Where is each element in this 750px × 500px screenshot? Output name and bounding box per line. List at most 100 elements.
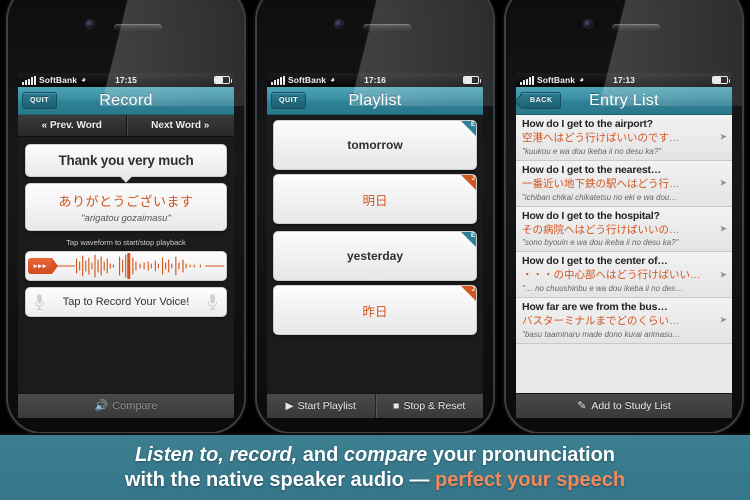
language-badge-english: E xyxy=(461,232,476,247)
record-voice-label: Tap to Record Your Voice! xyxy=(62,296,190,308)
entry-romaji: "ichiban chikai chikatetsu no eki e wa d… xyxy=(522,192,678,202)
waveform-player[interactable]: ▸ ▸ ▸ xyxy=(25,251,227,281)
list-item[interactable]: How do I get to the hospital? その病院へはどう行け… xyxy=(516,206,732,253)
list-item[interactable]: How far are we from the bus… バスターミナルまでどの… xyxy=(516,298,732,344)
chevron-right-icon: ➤ xyxy=(719,177,727,188)
entry-japanese: バスターミナルまでどのくらい… xyxy=(522,315,680,328)
add-to-study-list-label: Add to Study List xyxy=(591,400,671,412)
screen-entry-list: SoftBank ◕ 17:13 BACK Entry List How do … xyxy=(516,73,732,418)
quit-button[interactable]: QUIT xyxy=(22,92,58,109)
prev-word-button[interactable]: « Prev. Word xyxy=(18,115,127,136)
playlist-card-english[interactable]: yesterday E xyxy=(273,231,477,281)
earpiece-speaker-icon xyxy=(612,24,660,31)
word-navigation: « Prev. Word Next Word » xyxy=(18,115,234,137)
back-button-label: BACK xyxy=(530,97,553,104)
entry-japanese: 空港へはどう行けばいいのです… xyxy=(522,132,680,145)
add-to-study-list-button[interactable]: ✎ Add to Study List xyxy=(516,393,732,418)
nav-bar: BACK Entry List xyxy=(516,87,732,115)
playlist-card-english[interactable]: tomorrow E xyxy=(273,120,477,170)
romaji-text: "arigatou gozaimasu" xyxy=(81,213,171,224)
earpiece-speaker-icon xyxy=(114,24,162,31)
clock-label: 17:16 xyxy=(364,75,386,85)
card-notch xyxy=(369,275,381,280)
stop-reset-button[interactable]: ■ Stop & Reset xyxy=(376,394,484,418)
card-notch xyxy=(369,164,381,169)
nav-bar: QUIT Record xyxy=(18,87,234,115)
clock-label: 17:15 xyxy=(115,75,137,85)
entry-romaji: "sono byouin e wa dou ikeba ii no desu k… xyxy=(522,238,679,248)
playlist-card-japanese[interactable]: 明日 J xyxy=(273,174,477,224)
chevron-right-icon: ➤ xyxy=(719,314,727,325)
compare-button[interactable]: 🔊 Compare xyxy=(18,393,234,418)
caption-line2-text: with the native speaker audio — xyxy=(124,468,435,491)
compare-label: Compare xyxy=(112,400,158,412)
english-phrase-card[interactable]: Thank you very much xyxy=(25,144,227,183)
microphone-icon xyxy=(34,293,45,310)
play-icon: ▶ xyxy=(285,400,294,412)
language-badge-english: E xyxy=(461,121,476,136)
stop-icon: ■ xyxy=(393,400,400,412)
battery-icon xyxy=(463,76,481,84)
quit-button[interactable]: QUIT xyxy=(271,92,307,109)
entry-english: How do I get to the center of… xyxy=(522,255,668,268)
playlist-card-japanese[interactable]: 昨日 J xyxy=(273,285,477,335)
entry-romaji: "… no chuushinbu e wa dou ikeba ii no de… xyxy=(522,284,684,294)
start-playlist-button[interactable]: ▶ Start Playlist xyxy=(267,394,376,418)
speaker-icon: 🔊 xyxy=(94,399,109,412)
caption-line2-accent: perfect your speech xyxy=(435,468,626,491)
screen-record: SoftBank ◕ 17:15 QUIT Record « Prev. Wor… xyxy=(18,73,234,418)
promo-caption: Listen to, record, and compare your pron… xyxy=(0,433,750,500)
list-item[interactable]: How do I get to the nearest… 一番近い地下鉄の駅へは… xyxy=(516,160,732,207)
caption-line1-emph-b: compare xyxy=(343,443,428,466)
chevron-right-icon: ➤ xyxy=(719,131,727,142)
language-badge-japanese: J xyxy=(461,286,476,301)
japanese-phrase-card[interactable]: ありがとうございます "arigatou gozaimasu" xyxy=(25,183,227,231)
page-title: Playlist xyxy=(348,91,402,109)
entry-romaji: "basu taaminaru made dono kurai arimasu… xyxy=(522,329,681,339)
caption-line-1: Listen to, record, and compare your pron… xyxy=(135,443,615,468)
entry-english: How far are we from the bus… xyxy=(522,301,668,314)
japanese-phrase-text: ありがとうございます xyxy=(58,194,194,209)
quit-button-label: QUIT xyxy=(279,97,299,104)
language-badge-label: J xyxy=(471,176,475,182)
next-word-button[interactable]: Next Word » xyxy=(127,115,235,136)
front-camera-icon xyxy=(335,20,343,28)
language-badge-label: E xyxy=(470,233,475,239)
entry-english: How do I get to the nearest… xyxy=(522,163,662,176)
playlist-japanese-text: 明日 xyxy=(362,193,388,208)
caption-line1-emph-a: Listen to, record, xyxy=(134,443,298,466)
entry-japanese: 一番近い地下鉄の駅へはどう行… xyxy=(522,177,680,190)
chevron-right-icon: ➤ xyxy=(719,269,727,280)
caption-line1-tail: your pronunciation xyxy=(427,443,616,466)
battery-icon xyxy=(712,76,730,84)
status-bar: SoftBank ◕ 17:13 xyxy=(516,73,732,87)
card-notch xyxy=(120,171,132,183)
back-button[interactable]: BACK xyxy=(520,92,561,109)
caption-line-2: with the native speaker audio — perfect … xyxy=(125,468,625,493)
battery-icon xyxy=(214,76,232,84)
entry-list[interactable]: How do I get to the airport? 空港へはどう行けばいい… xyxy=(516,115,732,418)
playlist-english-text: yesterday xyxy=(346,249,404,263)
play-tag-icon[interactable]: ▸ ▸ ▸ xyxy=(28,258,58,274)
caption-line1-and: and xyxy=(297,443,344,466)
list-item[interactable]: How do I get to the center of… ・・・の中心部へは… xyxy=(516,252,732,299)
quit-button-label: QUIT xyxy=(30,97,50,104)
status-bar: SoftBank ◕ 17:16 xyxy=(267,73,483,87)
english-phrase-text: Thank you very much xyxy=(58,153,194,168)
playlist-group: tomorrow E 明日 J xyxy=(273,120,477,224)
status-bar: SoftBank ◕ 17:15 xyxy=(18,73,234,87)
playlist-english-text: tomorrow xyxy=(347,138,403,152)
record-voice-button[interactable]: Tap to Record Your Voice! xyxy=(25,287,227,317)
language-badge-label: J xyxy=(471,287,475,293)
microphone-icon xyxy=(207,293,218,310)
list-item[interactable]: How do I get to the airport? 空港へはどう行けばいい… xyxy=(516,115,732,161)
entry-romaji: "kuukou e wa dou ikeba ii no desu ka?" xyxy=(522,146,662,156)
page-title: Record xyxy=(99,91,153,109)
page-title: Entry List xyxy=(589,91,659,109)
waveform-icon xyxy=(53,253,225,279)
chevron-right-icon: ➤ xyxy=(719,223,727,234)
playlist-japanese-text: 昨日 xyxy=(362,304,388,319)
clock-label: 17:13 xyxy=(613,75,635,85)
stop-reset-label: Stop & Reset xyxy=(403,400,466,412)
phone-entry-list: SoftBank ◕ 17:13 BACK Entry List How do … xyxy=(506,0,742,432)
